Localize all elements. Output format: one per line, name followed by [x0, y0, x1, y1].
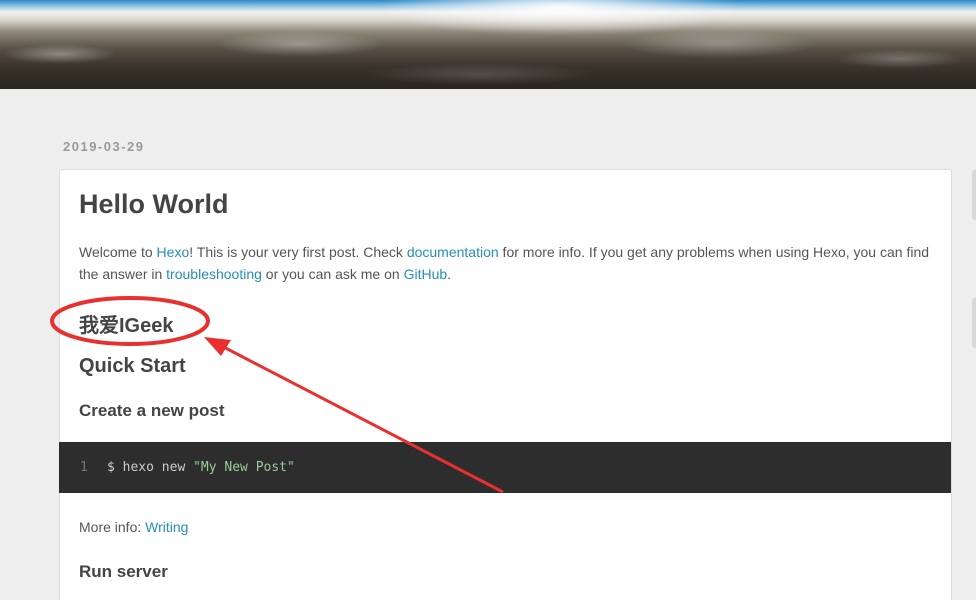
side-tab-top[interactable]	[972, 170, 976, 220]
more-info: More info: Writing	[79, 519, 188, 535]
github-link[interactable]: GitHub	[404, 266, 448, 282]
writing-link[interactable]: Writing	[145, 519, 188, 535]
code-block: 1 $ hexo new "My New Post"	[59, 442, 951, 493]
code-line: $ hexo new "My New Post"	[107, 460, 295, 475]
side-tab-bottom[interactable]	[972, 298, 976, 348]
code-command: $ hexo new	[107, 460, 194, 475]
more-info-label: More info:	[79, 519, 146, 535]
post-intro: Welcome to Hexo! This is your very first…	[79, 241, 939, 285]
intro-text-5: .	[447, 266, 452, 282]
troubleshooting-link[interactable]: troubleshooting	[166, 266, 262, 282]
heading-quick-start: Quick Start	[79, 355, 186, 377]
heading-create-post: Create a new post	[79, 401, 225, 420]
banner-clouds	[0, 14, 976, 89]
code-string: "My New Post"	[193, 460, 295, 475]
post-date: 2019-03-29	[63, 139, 145, 154]
code-line-number: 1	[80, 460, 88, 475]
heading-run-server: Run server	[79, 562, 168, 581]
heading-chinese: 我爱IGeek	[79, 315, 174, 337]
intro-text-1: Welcome to	[79, 244, 157, 260]
documentation-link[interactable]: documentation	[407, 244, 499, 260]
hexo-link[interactable]: Hexo	[157, 244, 190, 260]
header-banner	[0, 0, 976, 89]
post-title[interactable]: Hello World	[79, 189, 229, 220]
intro-text-4: or you can ask me on	[261, 266, 404, 282]
page: 2019-03-29 Hello World Welcome to Hexo! …	[0, 0, 976, 600]
intro-text-2: ! This is your very first post. Check	[189, 244, 407, 260]
post-card	[59, 169, 952, 600]
